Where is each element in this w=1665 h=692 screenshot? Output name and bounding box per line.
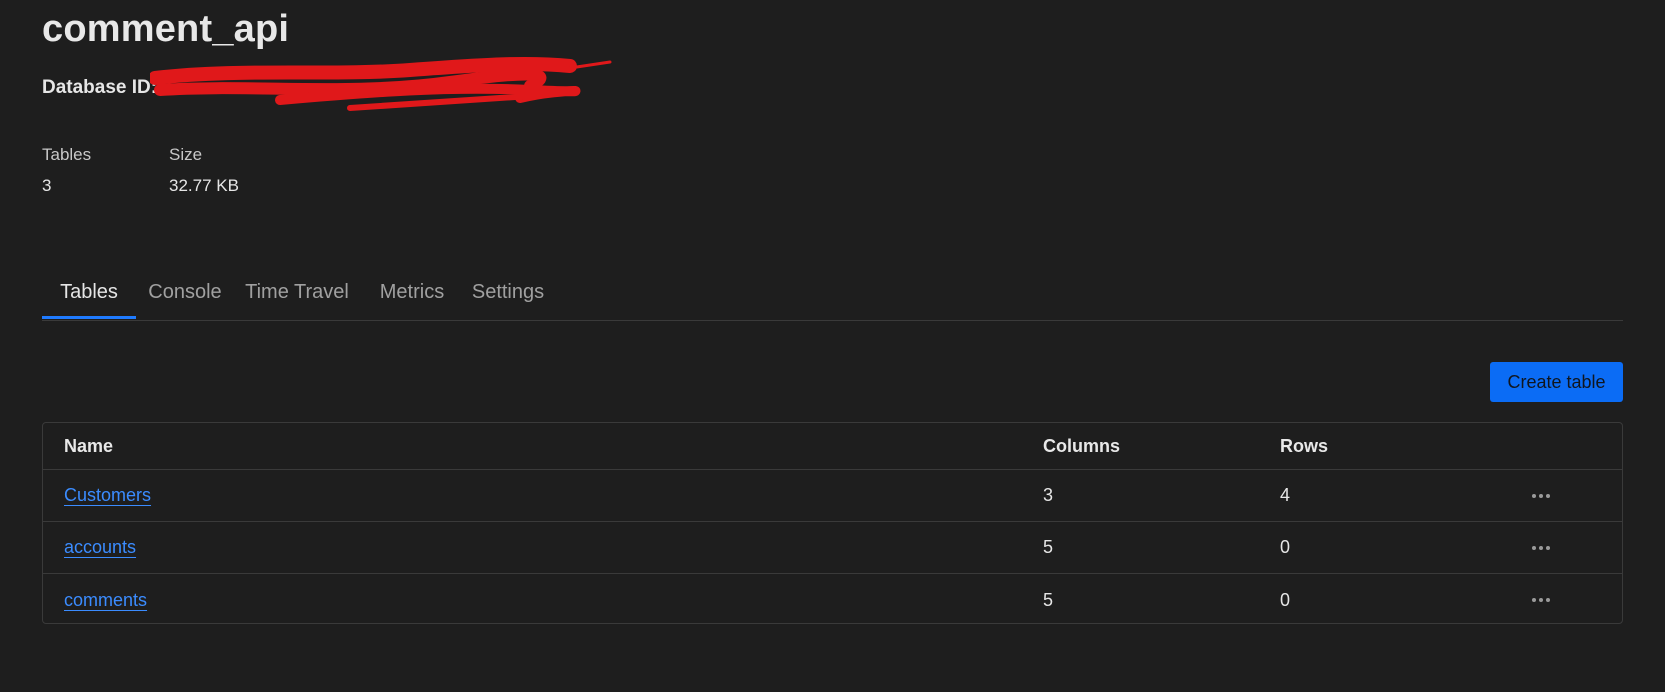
table-columns-count: 5 (1043, 589, 1054, 610)
database-id-label: Database ID: (42, 77, 158, 98)
table-rows-count: 0 (1280, 589, 1291, 610)
database-page: comment_api Database ID: Tables 3 Size 3… (0, 0, 1665, 692)
tab-console[interactable]: Console (136, 266, 234, 319)
page-title: comment_api (42, 8, 290, 50)
redaction-scribble (150, 56, 612, 111)
tables-list: Name Columns Rows Customers 3 4 accounts… (42, 422, 1623, 624)
tab-settings[interactable]: Settings (464, 266, 552, 319)
stat-tables-label: Tables (42, 145, 92, 164)
stat-tables: Tables 3 (42, 145, 91, 196)
tab-tables[interactable]: Tables (42, 266, 136, 319)
table-row: Customers 3 4 (43, 470, 1622, 522)
more-horizontal-icon[interactable] (1528, 594, 1554, 606)
table-name-link[interactable]: accounts (64, 537, 136, 558)
stat-size-label: Size (169, 145, 203, 164)
table-header-row: Name Columns Rows (43, 423, 1622, 470)
create-table-button[interactable]: Create table (1490, 362, 1623, 402)
table-row: comments 5 0 (43, 574, 1622, 623)
header-name: Name (64, 435, 114, 456)
tab-metrics[interactable]: Metrics (360, 266, 464, 319)
table-columns-count: 3 (1043, 485, 1054, 505)
table-row: accounts 5 0 (43, 522, 1622, 574)
table-rows-count: 0 (1280, 537, 1291, 557)
stat-size: Size 32.77 KB (169, 145, 239, 196)
header-rows: Rows (1280, 435, 1329, 456)
stat-size-value: 32.77 KB (169, 176, 239, 195)
more-horizontal-icon[interactable] (1528, 490, 1554, 502)
tab-time-travel[interactable]: Time Travel (234, 266, 360, 319)
table-name-link[interactable]: Customers (64, 485, 151, 506)
stat-tables-value: 3 (42, 176, 52, 195)
table-columns-count: 5 (1043, 537, 1054, 557)
table-rows-count: 4 (1280, 485, 1291, 505)
table-name-link[interactable]: comments (64, 590, 147, 611)
header-columns: Columns (1043, 435, 1121, 456)
more-horizontal-icon[interactable] (1528, 542, 1554, 554)
tab-bar: Tables Console Time Travel Metrics Setti… (42, 266, 1623, 321)
